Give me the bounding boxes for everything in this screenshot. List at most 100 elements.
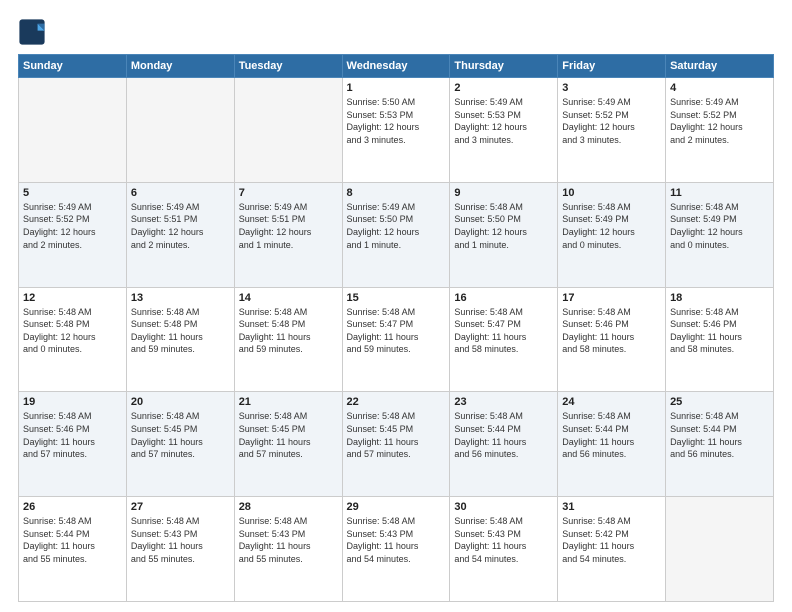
calendar-day-cell: 5 Sunrise: 5:49 AM Sunset: 5:52 PM Daylig… [19, 182, 127, 287]
day-info: Sunrise: 5:48 AM Sunset: 5:50 PM Dayligh… [454, 201, 553, 251]
day-info: Sunrise: 5:49 AM Sunset: 5:52 PM Dayligh… [670, 96, 769, 146]
day-info: Sunrise: 5:49 AM Sunset: 5:51 PM Dayligh… [239, 201, 338, 251]
day-info: Sunrise: 5:48 AM Sunset: 5:46 PM Dayligh… [23, 410, 122, 460]
calendar-day-cell: 8 Sunrise: 5:49 AM Sunset: 5:50 PM Daylig… [342, 182, 450, 287]
calendar-day-cell: 18Sunrise: 5:48 AM Sunset: 5:46 PM Dayli… [666, 287, 774, 392]
calendar-day-cell: 22 Sunrise: 5:48 AM Sunset: 5:45 PM Dayli… [342, 392, 450, 497]
day-number: 29 [347, 501, 446, 513]
day-info: Sunrise: 5:48 AM Sunset: 5:45 PM Dayligh… [239, 410, 338, 460]
calendar-day-cell: 24 Sunrise: 5:48 AM Sunset: 5:44 PM Dayli… [558, 392, 666, 497]
calendar-day-cell: 10 Sunrise: 5:48 AM Sunset: 5:49 PM Dayli… [558, 182, 666, 287]
day-number: 15 [347, 292, 446, 304]
day-info: Sunrise: 5:49 AM Sunset: 5:51 PM Dayligh… [131, 201, 230, 251]
weekday-header-row: SundayMondayTuesdayWednesdayThursdayFrid… [19, 55, 774, 78]
calendar-day-cell: 26Sunrise: 5:48 AM Sunset: 5:44 PM Dayli… [19, 497, 127, 602]
calendar-day-cell: 2 Sunrise: 5:49 AM Sunset: 5:53 PM Daylig… [450, 78, 558, 183]
day-info: Sunrise: 5:48 AM Sunset: 5:47 PM Dayligh… [454, 306, 553, 356]
calendar-week-row: 19 Sunrise: 5:48 AM Sunset: 5:46 PM Dayli… [19, 392, 774, 497]
calendar-day-cell: 12 Sunrise: 5:48 AM Sunset: 5:48 PM Dayli… [19, 287, 127, 392]
day-number: 24 [562, 396, 661, 408]
day-info: Sunrise: 5:48 AM Sunset: 5:43 PM Dayligh… [347, 515, 446, 565]
day-number: 7 [239, 187, 338, 199]
day-info: Sunrise: 5:48 AM Sunset: 5:44 PM Dayligh… [670, 410, 769, 460]
calendar-week-row: 1 Sunrise: 5:50 AM Sunset: 5:53 PM Daylig… [19, 78, 774, 183]
day-info: Sunrise: 5:49 AM Sunset: 5:50 PM Dayligh… [347, 201, 446, 251]
calendar-day-cell [234, 78, 342, 183]
day-info: Sunrise: 5:48 AM Sunset: 5:44 PM Dayligh… [454, 410, 553, 460]
calendar-day-cell: 1 Sunrise: 5:50 AM Sunset: 5:53 PM Daylig… [342, 78, 450, 183]
day-info: Sunrise: 5:49 AM Sunset: 5:52 PM Dayligh… [23, 201, 122, 251]
day-number: 8 [347, 187, 446, 199]
calendar-day-cell: 19 Sunrise: 5:48 AM Sunset: 5:46 PM Dayli… [19, 392, 127, 497]
day-number: 16 [454, 292, 553, 304]
day-info: Sunrise: 5:49 AM Sunset: 5:53 PM Dayligh… [454, 96, 553, 146]
calendar-week-row: 26Sunrise: 5:48 AM Sunset: 5:44 PM Dayli… [19, 497, 774, 602]
calendar-day-cell: 11 Sunrise: 5:48 AM Sunset: 5:49 PM Dayli… [666, 182, 774, 287]
calendar-day-cell: 3 Sunrise: 5:49 AM Sunset: 5:52 PM Daylig… [558, 78, 666, 183]
day-number: 28 [239, 501, 338, 513]
calendar-day-cell: 30 Sunrise: 5:48 AM Sunset: 5:43 PM Dayli… [450, 497, 558, 602]
calendar-day-cell: 9 Sunrise: 5:48 AM Sunset: 5:50 PM Daylig… [450, 182, 558, 287]
day-info: Sunrise: 5:48 AM Sunset: 5:48 PM Dayligh… [23, 306, 122, 356]
day-info: Sunrise: 5:48 AM Sunset: 5:46 PM Dayligh… [670, 306, 769, 356]
weekday-header-sunday: Sunday [19, 55, 127, 78]
calendar-day-cell: 6 Sunrise: 5:49 AM Sunset: 5:51 PM Daylig… [126, 182, 234, 287]
day-number: 3 [562, 82, 661, 94]
weekday-header-saturday: Saturday [666, 55, 774, 78]
day-info: Sunrise: 5:48 AM Sunset: 5:47 PM Dayligh… [347, 306, 446, 356]
calendar-day-cell: 14 Sunrise: 5:48 AM Sunset: 5:48 PM Dayli… [234, 287, 342, 392]
day-number: 31 [562, 501, 661, 513]
day-number: 11 [670, 187, 769, 199]
day-info: Sunrise: 5:48 AM Sunset: 5:44 PM Dayligh… [562, 410, 661, 460]
day-info: Sunrise: 5:48 AM Sunset: 5:48 PM Dayligh… [131, 306, 230, 356]
day-info: Sunrise: 5:48 AM Sunset: 5:42 PM Dayligh… [562, 515, 661, 565]
day-info: Sunrise: 5:48 AM Sunset: 5:45 PM Dayligh… [347, 410, 446, 460]
day-info: Sunrise: 5:48 AM Sunset: 5:46 PM Dayligh… [562, 306, 661, 356]
day-number: 12 [23, 292, 122, 304]
calendar-day-cell: 13 Sunrise: 5:48 AM Sunset: 5:48 PM Dayli… [126, 287, 234, 392]
day-number: 6 [131, 187, 230, 199]
calendar-day-cell: 31 Sunrise: 5:48 AM Sunset: 5:42 PM Dayli… [558, 497, 666, 602]
day-number: 1 [347, 82, 446, 94]
weekday-header-wednesday: Wednesday [342, 55, 450, 78]
day-number: 22 [347, 396, 446, 408]
day-number: 23 [454, 396, 553, 408]
day-info: Sunrise: 5:48 AM Sunset: 5:49 PM Dayligh… [562, 201, 661, 251]
day-info: Sunrise: 5:49 AM Sunset: 5:52 PM Dayligh… [562, 96, 661, 146]
calendar-day-cell: 23 Sunrise: 5:48 AM Sunset: 5:44 PM Dayli… [450, 392, 558, 497]
weekday-header-tuesday: Tuesday [234, 55, 342, 78]
day-number: 19 [23, 396, 122, 408]
day-number: 9 [454, 187, 553, 199]
day-number: 27 [131, 501, 230, 513]
calendar-day-cell: 7 Sunrise: 5:49 AM Sunset: 5:51 PM Daylig… [234, 182, 342, 287]
calendar-day-cell: 27 Sunrise: 5:48 AM Sunset: 5:43 PM Dayli… [126, 497, 234, 602]
day-number: 26 [23, 501, 122, 513]
calendar-day-cell: 29 Sunrise: 5:48 AM Sunset: 5:43 PM Dayli… [342, 497, 450, 602]
day-info: Sunrise: 5:48 AM Sunset: 5:43 PM Dayligh… [131, 515, 230, 565]
day-number: 30 [454, 501, 553, 513]
weekday-header-thursday: Thursday [450, 55, 558, 78]
calendar-day-cell: 4 Sunrise: 5:49 AM Sunset: 5:52 PM Daylig… [666, 78, 774, 183]
calendar-day-cell: 21Sunrise: 5:48 AM Sunset: 5:45 PM Dayli… [234, 392, 342, 497]
day-number: 2 [454, 82, 553, 94]
day-info: Sunrise: 5:48 AM Sunset: 5:48 PM Dayligh… [239, 306, 338, 356]
calendar-week-row: 5 Sunrise: 5:49 AM Sunset: 5:52 PM Daylig… [19, 182, 774, 287]
day-number: 20 [131, 396, 230, 408]
day-number: 4 [670, 82, 769, 94]
weekday-header-monday: Monday [126, 55, 234, 78]
day-number: 10 [562, 187, 661, 199]
day-number: 25 [670, 396, 769, 408]
calendar-day-cell: 17 Sunrise: 5:48 AM Sunset: 5:46 PM Dayli… [558, 287, 666, 392]
page: SundayMondayTuesdayWednesdayThursdayFrid… [0, 0, 792, 612]
day-number: 13 [131, 292, 230, 304]
day-number: 14 [239, 292, 338, 304]
day-number: 17 [562, 292, 661, 304]
day-info: Sunrise: 5:48 AM Sunset: 5:49 PM Dayligh… [670, 201, 769, 251]
weekday-header-friday: Friday [558, 55, 666, 78]
day-info: Sunrise: 5:48 AM Sunset: 5:43 PM Dayligh… [454, 515, 553, 565]
calendar-day-cell [126, 78, 234, 183]
calendar-day-cell: 15 Sunrise: 5:48 AM Sunset: 5:47 PM Dayli… [342, 287, 450, 392]
day-info: Sunrise: 5:50 AM Sunset: 5:53 PM Dayligh… [347, 96, 446, 146]
calendar-day-cell [666, 497, 774, 602]
day-number: 5 [23, 187, 122, 199]
